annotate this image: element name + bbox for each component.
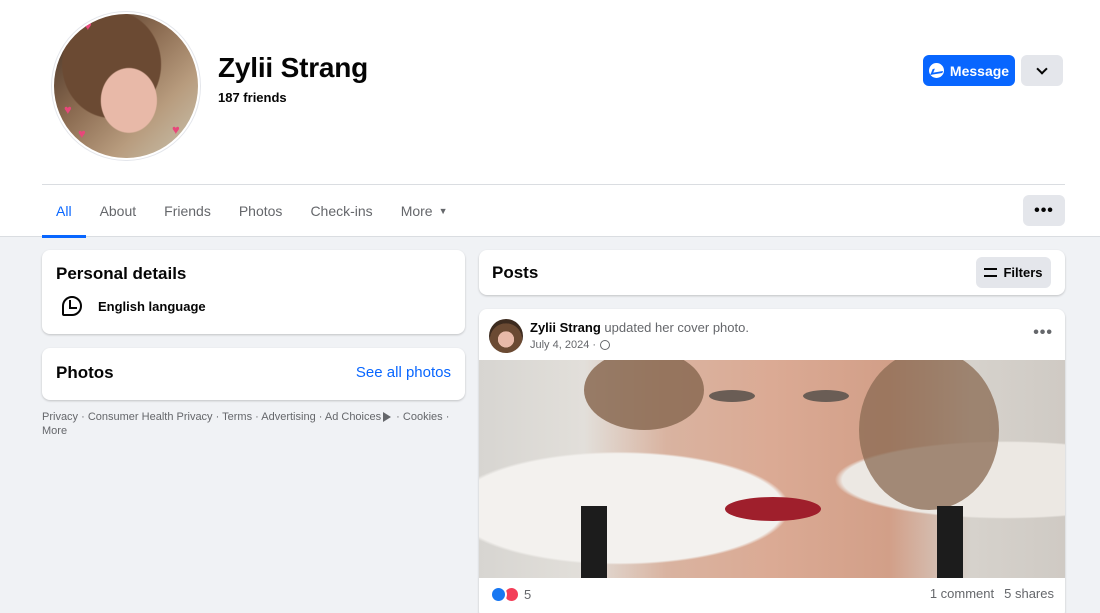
ad-choices-icon bbox=[383, 412, 392, 423]
personal-details-card: Personal details English language bbox=[42, 250, 465, 334]
separator: · bbox=[252, 411, 262, 423]
post-headline: Zylii Strang updated her cover photo. bbox=[530, 320, 749, 335]
footer-link-ad-choices[interactable]: Ad Choices bbox=[325, 411, 381, 423]
separator: · bbox=[393, 411, 403, 423]
language-label: English language bbox=[98, 298, 206, 314]
post-card: Zylii Strang updated her cover photo. Ju… bbox=[479, 309, 1065, 613]
chevron-down-icon bbox=[1036, 62, 1048, 75]
profile-options-button[interactable] bbox=[1021, 55, 1063, 86]
tab-label: Check-ins bbox=[310, 203, 373, 219]
post-author-avatar[interactable] bbox=[489, 319, 523, 353]
globe-icon bbox=[600, 340, 611, 350]
filters-label: Filters bbox=[1003, 265, 1043, 280]
heart-icon: ♥ bbox=[84, 18, 92, 33]
post-meta: July 4, 2024 · bbox=[530, 339, 611, 351]
post-action-text: updated her cover photo. bbox=[600, 320, 749, 335]
profile-tabs: All About Friends Photos Check-ins More ▼ bbox=[42, 185, 462, 238]
photos-title: Photos bbox=[56, 363, 114, 382]
friends-count[interactable]: 187 friends bbox=[218, 90, 287, 105]
separator: · bbox=[315, 411, 325, 423]
messenger-icon bbox=[928, 63, 944, 78]
comment-count[interactable]: 1 comment bbox=[930, 586, 994, 601]
language-icon bbox=[62, 296, 82, 316]
image-detail bbox=[709, 390, 755, 402]
tab-label: About bbox=[99, 203, 137, 219]
post-options-button[interactable]: ••• bbox=[1033, 324, 1053, 342]
posts-title: Posts bbox=[492, 263, 539, 282]
tabs-overflow-button[interactable]: ••• bbox=[1023, 195, 1065, 226]
tab-label: Friends bbox=[164, 203, 211, 219]
filter-icon bbox=[984, 268, 998, 277]
profile-name: Zylii Strang bbox=[218, 52, 369, 83]
separator: · bbox=[212, 411, 223, 423]
heart-icon: ♥ bbox=[64, 102, 72, 117]
post-date[interactable]: July 4, 2024 · bbox=[530, 339, 596, 351]
post-stats: 5 1 comment 5 shares bbox=[479, 578, 1065, 613]
reaction-count: 5 bbox=[524, 587, 532, 602]
avatar-image: ♥ ♥ ♥ ♥ bbox=[54, 14, 198, 158]
caret-down-icon: ▼ bbox=[438, 206, 448, 216]
image-detail bbox=[803, 390, 849, 402]
footer-link-terms[interactable]: Terms bbox=[222, 411, 252, 423]
footer-link-more[interactable]: More bbox=[42, 425, 67, 437]
message-button[interactable]: Message bbox=[923, 55, 1015, 86]
cover-photo-image[interactable] bbox=[479, 360, 1065, 578]
like-reaction-icon bbox=[490, 586, 507, 603]
footer-link-privacy[interactable]: Privacy bbox=[42, 411, 78, 423]
tab-about[interactable]: About bbox=[86, 185, 151, 237]
share-count[interactable]: 5 shares bbox=[1004, 586, 1054, 601]
image-detail bbox=[725, 497, 821, 521]
image-detail bbox=[581, 506, 607, 578]
message-button-label: Message bbox=[949, 62, 1010, 79]
heart-icon: ♥ bbox=[172, 122, 180, 137]
tab-photos[interactable]: Photos bbox=[225, 185, 297, 237]
image-detail bbox=[859, 360, 999, 510]
personal-details-title: Personal details bbox=[56, 264, 187, 283]
tab-more[interactable]: More ▼ bbox=[387, 185, 462, 237]
separator: · bbox=[78, 411, 88, 423]
see-all-photos-link[interactable]: See all photos bbox=[356, 364, 451, 381]
heart-icon: ♥ bbox=[78, 126, 86, 141]
language-item: English language bbox=[62, 296, 206, 316]
tab-label: More bbox=[400, 203, 433, 219]
footer-link-consumer-health-privacy[interactable]: Consumer Health Privacy bbox=[88, 411, 213, 423]
photos-card: Photos See all photos bbox=[42, 348, 465, 400]
post-author-name[interactable]: Zylii Strang bbox=[530, 320, 601, 335]
filters-button[interactable]: Filters bbox=[976, 257, 1051, 288]
profile-header: ♥ ♥ ♥ ♥ Zylii Strang 187 friends Message… bbox=[0, 0, 1100, 238]
separator: · bbox=[442, 411, 450, 423]
reactions[interactable]: 5 bbox=[490, 586, 531, 603]
post-engagement: 1 comment 5 shares bbox=[930, 586, 1054, 601]
posts-header-card: Posts Filters bbox=[479, 250, 1065, 295]
footer-link-advertising[interactable]: Advertising bbox=[261, 411, 315, 423]
tab-check-ins[interactable]: Check-ins bbox=[296, 185, 386, 237]
footer-link-cookies[interactable]: Cookies bbox=[403, 411, 443, 423]
tab-friends[interactable]: Friends bbox=[150, 185, 225, 237]
profile-avatar[interactable]: ♥ ♥ ♥ ♥ bbox=[52, 12, 200, 160]
tab-label: All bbox=[56, 203, 72, 219]
image-detail bbox=[937, 506, 963, 578]
tab-all[interactable]: All bbox=[42, 185, 86, 238]
footer-links: Privacy · Consumer Health Privacy · Term… bbox=[42, 410, 462, 438]
tab-label: Photos bbox=[238, 203, 283, 219]
image-detail bbox=[584, 360, 704, 430]
